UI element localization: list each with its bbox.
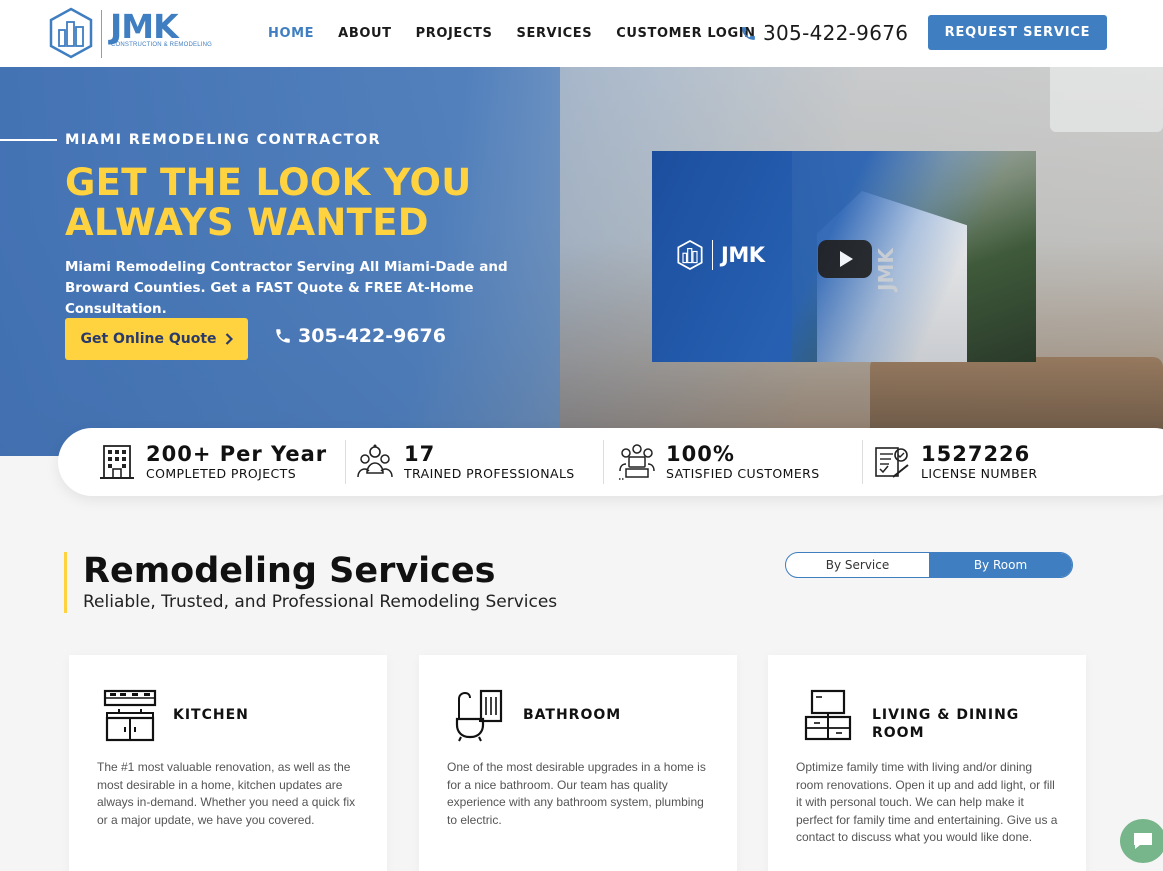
nav-projects[interactable]: PROJECTS	[416, 26, 493, 41]
nav-about[interactable]: ABOUT	[338, 26, 391, 41]
logo-wordmark: JMK	[110, 7, 179, 46]
chat-widget-button[interactable]	[1120, 819, 1163, 863]
card-title: KITCHEN	[173, 707, 249, 723]
team-icon	[357, 444, 393, 478]
services-view-toggle: By Service By Room	[785, 552, 1073, 578]
intro-video-player[interactable]: JMK JMK	[652, 151, 1036, 362]
logo-mark-icon	[49, 7, 93, 59]
stat-label: SATISFIED CUSTOMERS	[666, 465, 820, 481]
jmk-logo[interactable]: JMK CONSTRUCTION & REMODELING	[47, 6, 212, 60]
hero-sofa-decoration	[870, 357, 1163, 437]
video-logo-divider	[712, 240, 713, 270]
phone-icon	[742, 26, 755, 40]
building-icon	[100, 445, 134, 479]
page: JMK CONSTRUCTION & REMODELING HOME ABOUT…	[0, 0, 1163, 871]
service-card-living-dining[interactable]: LIVING & DINING ROOM Optimize family tim…	[768, 655, 1086, 871]
stat-value: 200+ Per Year	[146, 441, 328, 466]
card-description: One of the most desirable upgrades in a …	[447, 760, 706, 827]
stat-license-number: 1527226 LICENSE NUMBER	[873, 428, 1037, 496]
logo-mark-icon	[677, 240, 703, 270]
license-icon	[875, 447, 909, 478]
video-play-button[interactable]	[818, 240, 872, 278]
living-room-icon	[804, 689, 852, 741]
hero-phone-link[interactable]: 305-422-9676	[274, 325, 446, 347]
phone-icon	[276, 329, 290, 343]
stat-value: 17	[404, 441, 436, 466]
stat-trained-professionals: 17 TRAINED PROFESSIONALS	[356, 428, 575, 496]
nav-services[interactable]: SERVICES	[517, 26, 593, 41]
card-title: BATHROOM	[523, 707, 622, 723]
nav-customer-login[interactable]: CUSTOMER LOGIN	[616, 26, 755, 41]
video-logo: JMK	[676, 239, 765, 271]
stat-completed-projects: 200+ Per Year COMPLETED PROJECTS	[98, 428, 327, 496]
section-accent-bar	[64, 552, 67, 613]
quote-button-label: Get Online Quote	[80, 331, 217, 347]
logo-divider	[101, 10, 102, 58]
site-header: JMK CONSTRUCTION & REMODELING HOME ABOUT…	[0, 0, 1163, 67]
stat-divider	[603, 440, 604, 484]
stat-value: 100%	[666, 441, 735, 466]
service-card-kitchen[interactable]: KITCHEN The #1 most valuable renovation,…	[69, 655, 387, 871]
services-subtitle: Reliable, Trusted, and Professional Remo…	[83, 592, 558, 612]
get-online-quote-button[interactable]: Get Online Quote	[65, 318, 248, 360]
video-logo-text: JMK	[721, 243, 765, 267]
stat-value: 1527226	[921, 441, 1031, 466]
toggle-by-service[interactable]: By Service	[786, 553, 929, 577]
chat-icon	[1134, 833, 1152, 849]
stat-label: LICENSE NUMBER	[921, 465, 1038, 481]
header-phone-link[interactable]: 305-422-9676	[740, 21, 908, 45]
stat-satisfied-customers: 100% SATISFIED CUSTOMERS	[618, 428, 820, 496]
hero-eyebrow-line	[0, 139, 57, 141]
logo-tagline: CONSTRUCTION & REMODELING	[111, 42, 213, 48]
nav-home[interactable]: HOME	[268, 26, 314, 41]
hero-phone-number: 305-422-9676	[298, 325, 446, 347]
header-phone-number: 305-422-9676	[763, 21, 909, 45]
stat-label: TRAINED PROFESSIONALS	[404, 465, 575, 481]
request-service-button[interactable]: REQUEST SERVICE	[928, 15, 1107, 50]
stat-divider	[345, 440, 346, 484]
bathroom-icon	[455, 689, 503, 742]
hero-title: GET THE LOOK YOU ALWAYS WANTED	[65, 161, 472, 244]
toggle-by-room[interactable]: By Room	[929, 553, 1072, 577]
main-menu: HOME ABOUT PROJECTS SERVICES CUSTOMER LO…	[268, 26, 756, 41]
stat-label: COMPLETED PROJECTS	[146, 465, 297, 481]
hero-description: Miami Remodeling Contractor Serving All …	[65, 259, 508, 317]
card-title: LIVING & DINING ROOM	[872, 707, 1020, 741]
stat-divider	[862, 440, 863, 484]
video-building-signage: JMK	[874, 248, 898, 291]
stats-bar: 200+ Per Year COMPLETED PROJECTS 17 TRAI…	[58, 428, 1163, 496]
services-title: Remodeling Services	[83, 551, 496, 591]
kitchen-icon	[103, 689, 157, 742]
chevron-right-icon	[225, 333, 233, 345]
card-description: Optimize family time with living and/or …	[796, 760, 1058, 844]
hero-ac-decoration	[1050, 67, 1163, 132]
service-card-bathroom[interactable]: BATHROOM One of the most desirable upgra…	[419, 655, 737, 871]
card-description: The #1 most valuable renovation, as well…	[97, 760, 356, 827]
play-icon	[840, 251, 853, 267]
customers-icon	[619, 444, 655, 480]
hero-eyebrow: MIAMI REMODELING CONTRACTOR	[65, 132, 381, 148]
